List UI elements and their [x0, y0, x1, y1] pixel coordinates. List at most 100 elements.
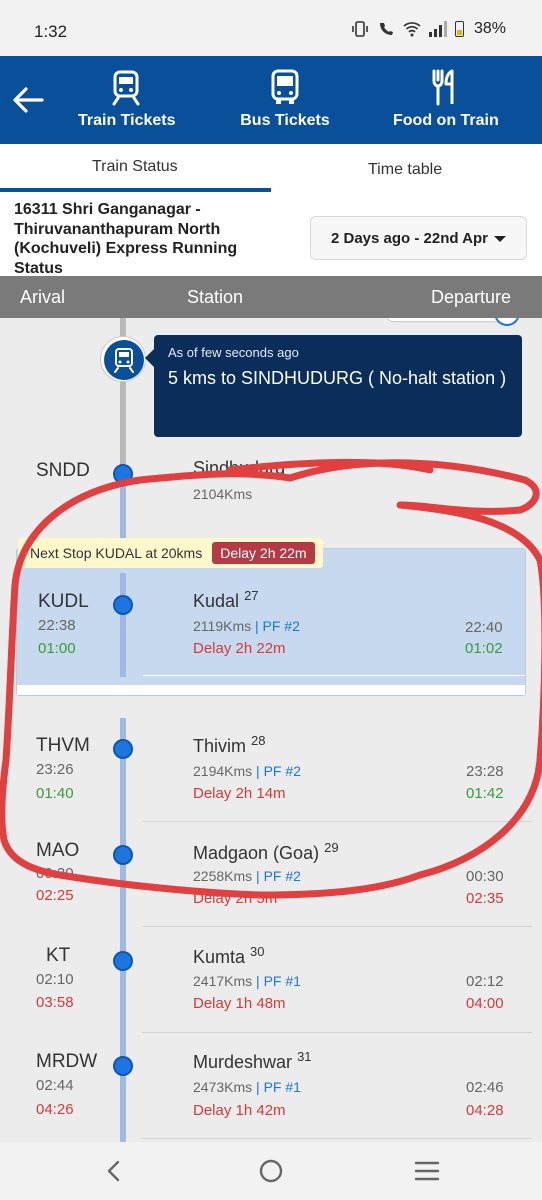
arrival-actual: 03:58	[36, 994, 74, 1011]
delay-text: Delay 1h 48m	[193, 995, 286, 1012]
departure-scheduled: 00:30	[466, 868, 504, 885]
arrival-scheduled: 22:38	[38, 617, 76, 634]
station-name: Sindhudurg	[193, 458, 286, 478]
station-code: MAO	[36, 840, 80, 861]
arrival-actual: 01:00	[38, 640, 76, 657]
next-stop-text: Next Stop KUDAL at 20kms	[30, 545, 203, 561]
station-name-text: Kudal	[193, 591, 240, 611]
signal-icon	[428, 21, 447, 37]
nav-bus-tickets-label: Bus Tickets	[240, 112, 330, 129]
live-message: 5 kms to SINDHUDURG ( No-halt station )	[168, 368, 507, 388]
station-dot	[113, 1056, 133, 1076]
column-station: Station	[187, 287, 244, 307]
train-title: 16311 Shri Ganganagar - Thiruvananthapur…	[14, 201, 238, 277]
distance-text: 2194Kms	[193, 763, 253, 779]
row-divider	[142, 821, 532, 822]
departure-scheduled: 02:12	[466, 973, 504, 990]
departure-actual: 04:28	[466, 1102, 504, 1119]
station-code: MRDW	[36, 1051, 98, 1072]
arrival-actual: 02:25	[36, 887, 74, 904]
station-number: 28	[251, 733, 266, 748]
station-name: Kudal 27	[193, 588, 259, 612]
next-stop-delay-badge: Delay 2h 22m	[212, 542, 315, 564]
row-divider	[142, 1032, 532, 1033]
home-nav-icon[interactable]	[258, 1158, 284, 1184]
tab-train-status[interactable]: Train Status	[92, 158, 178, 176]
station-name-text: Madgaon (Goa)	[193, 843, 320, 863]
station-code: KT	[46, 945, 71, 966]
station-number: 31	[297, 1049, 312, 1064]
fork-knife-icon	[424, 68, 464, 106]
platform-number: PF #2	[262, 618, 300, 634]
station-distance: 2258Kms | PF #2	[193, 868, 301, 884]
pf-separator: |	[251, 618, 263, 634]
station-name: Madgaon (Goa) 29	[193, 840, 339, 864]
delay-text: Delay 2h 5m	[193, 890, 278, 907]
nav-train-tickets-label: Train Tickets	[78, 112, 176, 129]
station-name: Thivim 28	[193, 733, 265, 757]
station-list[interactable]: As of few seconds ago 5 kms to SINDHUDUR…	[0, 318, 542, 1142]
departure-scheduled: 02:46	[466, 1079, 504, 1096]
arrival-scheduled: 02:10	[36, 971, 74, 988]
recents-nav-icon[interactable]	[414, 1160, 440, 1182]
distance-text: 2258Kms	[193, 868, 253, 884]
caret-down-icon	[494, 236, 506, 242]
nav-food-on-train[interactable]: Food on Train	[393, 68, 499, 130]
pf-separator: |	[252, 868, 264, 884]
train-icon	[104, 340, 144, 380]
wifi-call-icon	[377, 21, 395, 37]
app-header: Train Tickets Bus Tickets Food on Train	[0, 56, 542, 144]
arrow-left-icon	[13, 87, 44, 113]
station-code: THVM	[36, 735, 90, 756]
card-bottom-strip	[17, 685, 525, 695]
nav-food-on-train-label: Food on Train	[393, 112, 499, 129]
station-code: SNDD	[36, 460, 90, 481]
live-train-marker	[100, 336, 146, 382]
departure-actual: 01:42	[466, 785, 504, 802]
status-bar: 1:32 38%	[0, 0, 542, 56]
bus-icon	[265, 68, 305, 106]
station-dot	[113, 951, 133, 971]
departure-actual: 02:35	[466, 890, 504, 907]
arrival-scheduled: 02:44	[36, 1077, 74, 1094]
locate-button[interactable]	[494, 318, 520, 326]
row-divider	[142, 926, 532, 927]
next-stop-tag: Next Stop KUDAL at 20kms Delay 2h 22m	[18, 538, 323, 568]
station-name-text: Thivim	[193, 736, 246, 756]
system-nav-bar	[0, 1142, 542, 1200]
arrival-actual: 01:40	[36, 785, 74, 802]
nav-train-tickets[interactable]: Train Tickets	[78, 68, 176, 130]
station-distance: 2417Kms | PF #1	[193, 973, 301, 989]
column-arrival: Arival	[20, 287, 66, 307]
departure-scheduled: 22:40	[465, 619, 503, 636]
departure-actual: 01:02	[465, 640, 503, 657]
tab-time-table[interactable]: Time table	[368, 161, 442, 179]
platform-number: PF #1	[263, 973, 301, 989]
nav-bus-tickets[interactable]: Bus Tickets	[238, 68, 332, 130]
battery-percent: 38%	[473, 20, 506, 37]
station-code: KUDL	[38, 591, 89, 612]
wifi-icon	[403, 21, 421, 37]
station-dot	[113, 595, 133, 615]
back-button[interactable]	[10, 82, 50, 118]
status-time: 1:32	[34, 22, 68, 41]
arrival-scheduled: 00:20	[36, 865, 74, 882]
departure-actual: 04:00	[466, 995, 504, 1012]
station-distance: 2119Kms | PF #2	[193, 618, 300, 634]
station-distance: 2473Kms | PF #1	[193, 1079, 301, 1095]
delay-text: Delay 2h 22m	[193, 640, 286, 657]
pf-separator: |	[252, 973, 264, 989]
date-selector-label: 2 Days ago - 22nd Apr	[331, 229, 488, 247]
station-name-text: Kumta	[193, 947, 246, 967]
live-updated: As of few seconds ago	[168, 345, 299, 360]
back-nav-icon[interactable]	[102, 1159, 126, 1183]
arrival-actual: 04:26	[36, 1101, 74, 1118]
tab-bar: Train Status Time table	[0, 144, 542, 194]
pf-separator: |	[252, 763, 264, 779]
station-dot	[113, 739, 133, 759]
pf-separator: |	[252, 1079, 264, 1095]
track-upcoming	[120, 573, 126, 677]
station-name-text: Murdeshwar	[193, 1052, 293, 1072]
date-selector[interactable]: 2 Days ago - 22nd Apr	[310, 216, 527, 260]
station-dot	[113, 845, 133, 865]
